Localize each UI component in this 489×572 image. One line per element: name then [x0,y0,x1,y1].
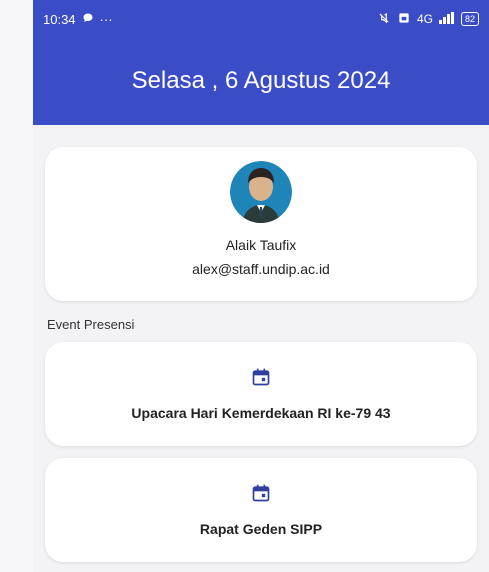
status-left: 10:34 ··· [43,12,113,27]
event-label: Upacara Hari Kemerdekaan RI ke-79 43 [131,405,391,421]
phone-screen: 10:34 ··· 4G 82 Selasa , 6 Agustus 2024 [33,0,489,572]
section-title: Event Presensi [47,317,135,332]
signal-icon [438,11,455,27]
more-notifications: ··· [99,11,113,27]
network-type: 4G [416,12,433,26]
event-card-upacara[interactable]: Upacara Hari Kemerdekaan RI ke-79 43 [45,342,477,446]
profile-email: alex@staff.undip.ac.id [192,261,330,277]
content: Alaik Taufix alex@staff.undip.ac.id Even… [33,125,489,562]
battery-level: 82 [464,14,475,24]
chat-notification-icon [82,12,94,27]
status-right: 4G 82 [377,11,479,28]
battery-icon: 82 [460,12,479,26]
sim-icon [397,11,411,28]
status-time: 10:34 [43,11,76,27]
status-bar: 10:34 ··· 4G 82 [33,0,489,38]
event-label: Rapat Geden SIPP [199,521,323,537]
profile-card: Alaik Taufix alex@staff.undip.ac.id [45,147,477,301]
app-header: Selasa , 6 Agustus 2024 [33,37,489,125]
calendar-icon [251,483,271,503]
avatar [230,161,292,223]
event-card-rapat[interactable]: Rapat Geden SIPP [45,458,477,562]
page-title: Selasa , 6 Agustus 2024 [131,67,391,94]
profile-name: Alaik Taufix [225,237,297,253]
mute-icon [377,11,391,28]
calendar-icon [251,367,271,387]
